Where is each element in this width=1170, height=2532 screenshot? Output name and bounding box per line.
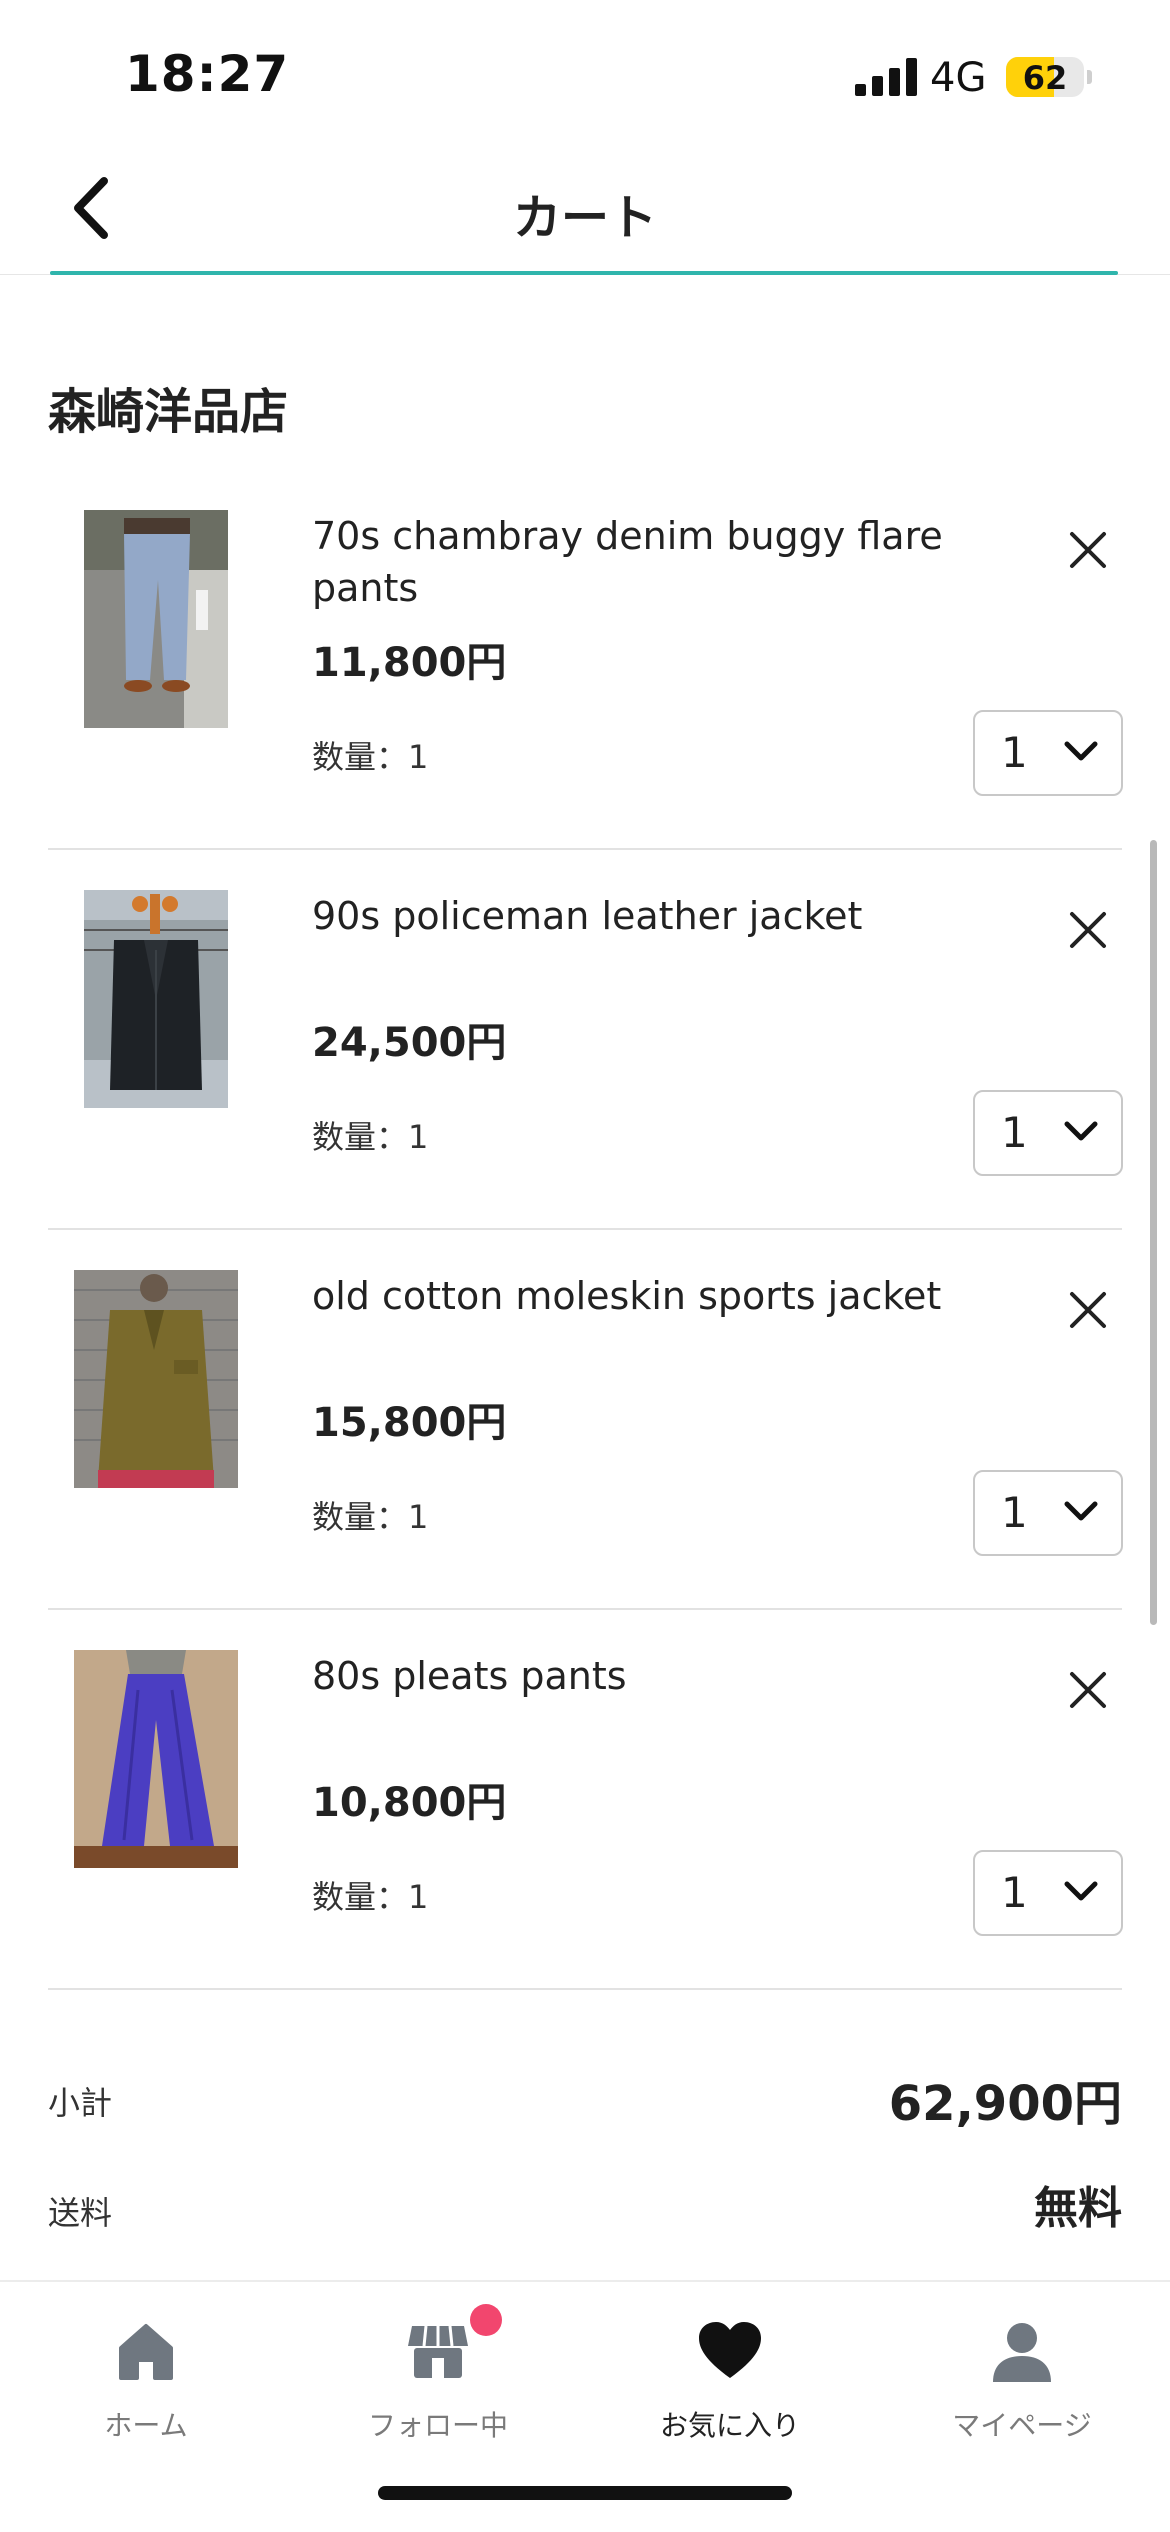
quantity-value: 1 (1001, 1108, 1028, 1157)
shipping-row: 送料 無料 (48, 2170, 1122, 2240)
remove-item-button[interactable] (1058, 520, 1118, 580)
heart-icon (699, 2322, 761, 2378)
product-image[interactable] (84, 890, 228, 1108)
product-image[interactable] (74, 1270, 238, 1488)
shipping-value: 無料 (1034, 2183, 1122, 2234)
item-price: 10,800円 (312, 1780, 507, 1826)
tab-favorites[interactable]: お気に入り (584, 2302, 876, 2452)
quantity-label: 数量：1 (312, 1498, 429, 1536)
item-price: 15,800円 (312, 1400, 507, 1446)
item-title[interactable]: 90s policeman leather jacket (312, 890, 1012, 942)
close-icon (1070, 532, 1106, 568)
quantity-select[interactable]: 1 (973, 1850, 1123, 1936)
cart-item: 90s policeman leather jacket 24,500円 数量：… (48, 850, 1123, 1230)
cart-item: 70s chambray denim buggy flare pants 11,… (48, 470, 1123, 850)
item-title[interactable]: 80s pleats pants (312, 1650, 1012, 1702)
store-icon (408, 2325, 468, 2378)
quantity-label: 数量：1 (312, 738, 429, 776)
quantity-value: 1 (1001, 728, 1028, 777)
home-icon (119, 2324, 173, 2380)
chevron-down-icon (1064, 1121, 1098, 1141)
quantity-label: 数量：1 (312, 1878, 429, 1916)
shipping-label: 送料 (48, 2194, 113, 2232)
item-price: 11,800円 (312, 640, 507, 686)
network-type: 4G (930, 55, 987, 101)
quantity-value: 1 (1001, 1488, 1028, 1537)
tab-home[interactable]: ホーム (0, 2302, 292, 2452)
subtotal-row: 小計 62,900円 (48, 2060, 1122, 2132)
close-icon (1070, 912, 1106, 948)
battery-icon: 62 (1006, 57, 1084, 97)
page-title: カート (512, 190, 657, 246)
remove-item-button[interactable] (1058, 900, 1118, 960)
cart-item: 80s pleats pants 10,800円 数量：1 1 (48, 1610, 1123, 1990)
tab-label: フォロー中 (367, 2409, 508, 2442)
quantity-label: 数量：1 (312, 1118, 429, 1156)
home-indicator[interactable] (378, 2486, 792, 2500)
status-bar: 18:27 4G 62 (0, 0, 1170, 140)
tab-label: ホーム (104, 2409, 188, 2442)
close-icon (1070, 1292, 1106, 1328)
item-price: 24,500円 (312, 1020, 507, 1066)
product-image[interactable] (84, 510, 228, 728)
tab-following[interactable]: フォロー中 (292, 2302, 584, 2452)
chevron-down-icon (1064, 1881, 1098, 1901)
tab-label: お気に入り (659, 2409, 800, 2442)
chevron-down-icon (1064, 741, 1098, 761)
battery-cap (1087, 70, 1092, 84)
notification-badge (470, 2304, 502, 2336)
navigation-bar: カート (0, 140, 1170, 275)
quantity-select[interactable]: 1 (973, 1090, 1123, 1176)
progress-indicator-line (50, 271, 1118, 275)
quantity-select[interactable]: 1 (973, 710, 1123, 796)
scrollbar[interactable] (1150, 840, 1157, 1625)
status-time: 18:27 (125, 45, 290, 103)
user-icon (993, 2323, 1051, 2382)
quantity-value: 1 (1001, 1868, 1028, 1917)
remove-item-button[interactable] (1058, 1660, 1118, 1720)
product-image[interactable] (74, 1650, 238, 1868)
cart-screen: 18:27 4G 62 カート 森崎洋品店 70s chambray denim… (0, 0, 1170, 2532)
subtotal-value: 62,900円 (888, 2076, 1122, 2132)
remove-item-button[interactable] (1058, 1280, 1118, 1340)
tab-mypage[interactable]: マイページ (876, 2302, 1168, 2452)
cart-item: old cotton moleskin sports jacket 15,800… (48, 1230, 1123, 1610)
battery-percentage: 62 (1022, 59, 1068, 97)
item-title[interactable]: 70s chambray denim buggy flare pants (312, 510, 1012, 614)
subtotal-label: 小計 (48, 2084, 113, 2122)
quantity-select[interactable]: 1 (973, 1470, 1123, 1556)
close-icon (1070, 1672, 1106, 1708)
shop-name: 森崎洋品店 (48, 384, 289, 440)
chevron-down-icon (1064, 1501, 1098, 1521)
cellular-signal-icon (855, 58, 917, 96)
tab-label: マイページ (952, 2409, 1092, 2442)
item-title[interactable]: old cotton moleskin sports jacket (312, 1270, 1012, 1322)
